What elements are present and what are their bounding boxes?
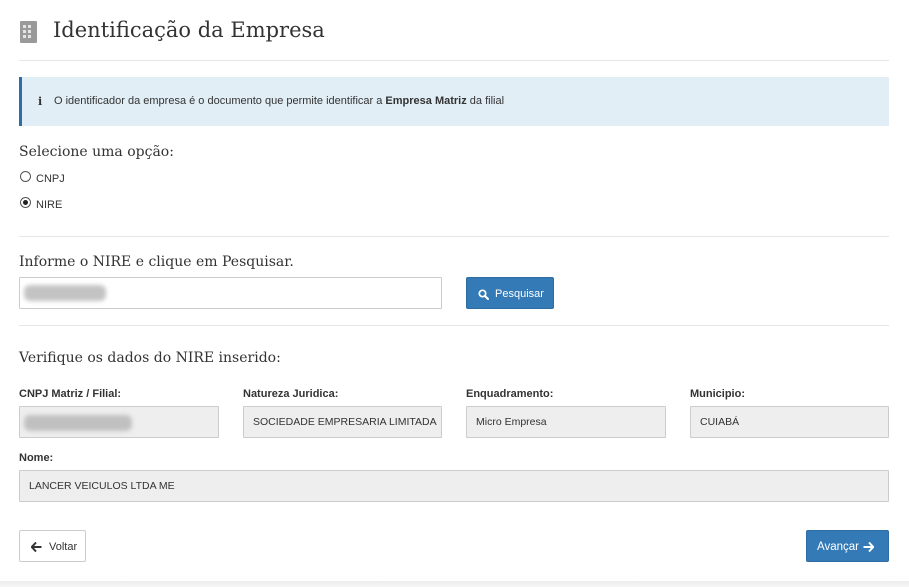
cnpj-label: CNPJ Matriz / Filial: <box>19 388 122 400</box>
nome-label: Nome: <box>19 452 54 464</box>
info-icon: i <box>38 95 43 108</box>
back-button[interactable]: Voltar <box>19 530 86 562</box>
option-label: Selecione uma opção: <box>19 144 174 160</box>
arrow-right-icon <box>863 542 874 552</box>
divider <box>19 325 889 326</box>
enquadramento-label: Enquadramento: <box>466 388 554 400</box>
info-text-bold: Empresa Matriz <box>385 95 467 107</box>
redacted-value <box>24 415 132 431</box>
radio-cnpj-label[interactable]: CNPJ <box>36 173 65 185</box>
search-button[interactable]: Pesquisar <box>466 277 554 309</box>
cnpj-field <box>19 406 219 438</box>
natureza-label: Natureza Juridica: <box>243 388 339 400</box>
nome-field: LANCER VEICULOS LTDA ME <box>19 470 889 502</box>
search-button-label: Pesquisar <box>495 288 544 300</box>
nire-input[interactable] <box>19 277 442 309</box>
back-button-label: Voltar <box>49 541 78 553</box>
info-text: O identificador da empresa é o documento… <box>54 95 505 107</box>
verify-label: Verifique os dados do NIRE inserido: <box>19 350 281 366</box>
next-button[interactable]: Avançar <box>806 530 889 562</box>
natureza-value: SOCIEDADE EMPRESARIA LIMITADA <box>253 416 437 428</box>
enquadramento-value: Micro Empresa <box>476 416 547 428</box>
page-bottom-edge <box>0 581 909 587</box>
municipio-label: Municipio: <box>690 388 745 400</box>
natureza-field: SOCIEDADE EMPRESARIA LIMITADA <box>243 406 442 438</box>
municipio-value: CUIABÁ <box>700 416 740 428</box>
municipio-field: CUIABÁ <box>690 406 889 438</box>
radio-cnpj[interactable] <box>20 171 31 182</box>
divider <box>19 236 889 237</box>
redacted-value <box>24 285 106 301</box>
search-label: Informe o NIRE e clique em Pesquisar. <box>19 254 294 270</box>
next-button-label: Avançar <box>817 541 859 553</box>
arrow-left-icon <box>31 542 42 552</box>
divider <box>19 60 889 61</box>
nome-value: LANCER VEICULOS LTDA ME <box>29 480 175 492</box>
page-title: Identificação da Empresa <box>53 18 325 42</box>
search-icon <box>478 289 489 300</box>
radio-nire[interactable] <box>20 197 31 208</box>
radio-nire-label[interactable]: NIRE <box>36 199 62 211</box>
enquadramento-field: Micro Empresa <box>466 406 666 438</box>
building-icon <box>20 21 37 43</box>
info-alert: i O identificador da empresa é o documen… <box>19 77 889 126</box>
